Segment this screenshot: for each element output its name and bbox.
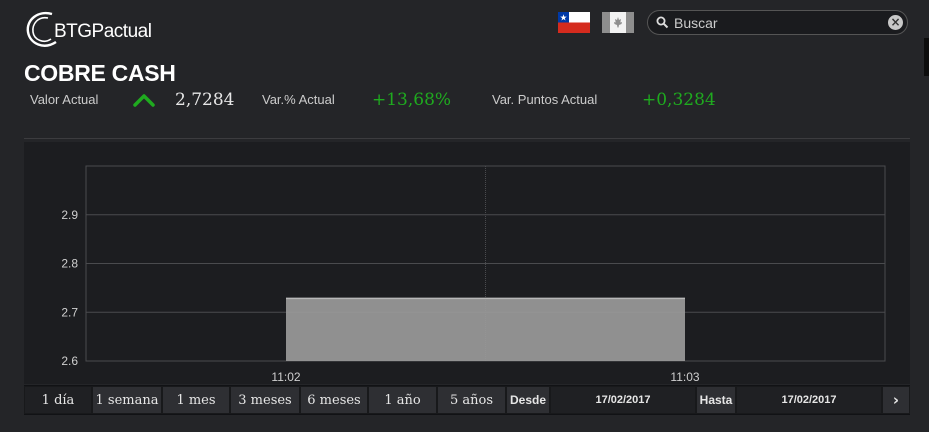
- clear-icon[interactable]: ×: [888, 15, 903, 30]
- range-1-semana[interactable]: 1 semana: [92, 386, 162, 414]
- range-1-mes[interactable]: 1 mes: [162, 386, 230, 414]
- range-selector: 1 día 1 semana 1 mes 3 meses 6 meses 1 a…: [24, 385, 910, 415]
- canada-flag-icon[interactable]: [602, 12, 634, 33]
- desde-date-field[interactable]: 17/02/2017: [550, 386, 696, 414]
- var-puntos-label: Var. Puntos Actual: [492, 92, 598, 107]
- range-6-meses[interactable]: 6 meses: [300, 386, 368, 414]
- chevron-right-icon[interactable]: ›: [882, 386, 910, 414]
- y-tick-label: 2.8: [61, 257, 78, 271]
- var-pct-label: Var.% Actual: [262, 92, 335, 107]
- price-area: [286, 298, 685, 361]
- hasta-date-field[interactable]: 17/02/2017: [736, 386, 882, 414]
- search-icon: [656, 16, 669, 34]
- valor-actual-value: 2,7284: [175, 90, 235, 110]
- page-title: COBRE CASH: [24, 60, 176, 86]
- scrollbar[interactable]: [924, 38, 929, 76]
- search-input[interactable]: [674, 14, 874, 31]
- valor-actual-label: Valor Actual: [30, 92, 99, 107]
- price-chart[interactable]: 2.6 2.7 2.8 2.9 11:02 11:03: [24, 142, 910, 384]
- desde-label: Desde: [506, 386, 550, 414]
- range-1-ano[interactable]: 1 año: [368, 386, 437, 414]
- var-pct-value: +13,68%: [372, 90, 452, 110]
- x-tick-label: 11:03: [670, 370, 699, 384]
- logo-text: BTGPactual: [54, 21, 152, 42]
- y-tick-label: 2.7: [61, 305, 78, 319]
- up-arrow-icon: [133, 92, 155, 113]
- chile-flag-icon[interactable]: [558, 12, 590, 33]
- header-divider: [24, 138, 910, 139]
- x-tick-label: 11:02: [271, 370, 300, 384]
- range-5-anos[interactable]: 5 años: [437, 386, 506, 414]
- var-puntos-value: +0,3284: [642, 90, 716, 110]
- y-tick-label: 2.9: [61, 208, 78, 222]
- range-3-meses[interactable]: 3 meses: [230, 386, 300, 414]
- range-1-dia[interactable]: 1 día: [24, 386, 92, 414]
- btg-pactual-logo[interactable]: BTGPactual: [24, 8, 164, 50]
- hasta-label: Hasta: [696, 386, 736, 414]
- search-box[interactable]: ×: [647, 10, 908, 35]
- y-tick-label: 2.6: [61, 354, 78, 368]
- chart-svg: 2.6 2.7 2.8 2.9 11:02 11:03: [61, 165, 886, 384]
